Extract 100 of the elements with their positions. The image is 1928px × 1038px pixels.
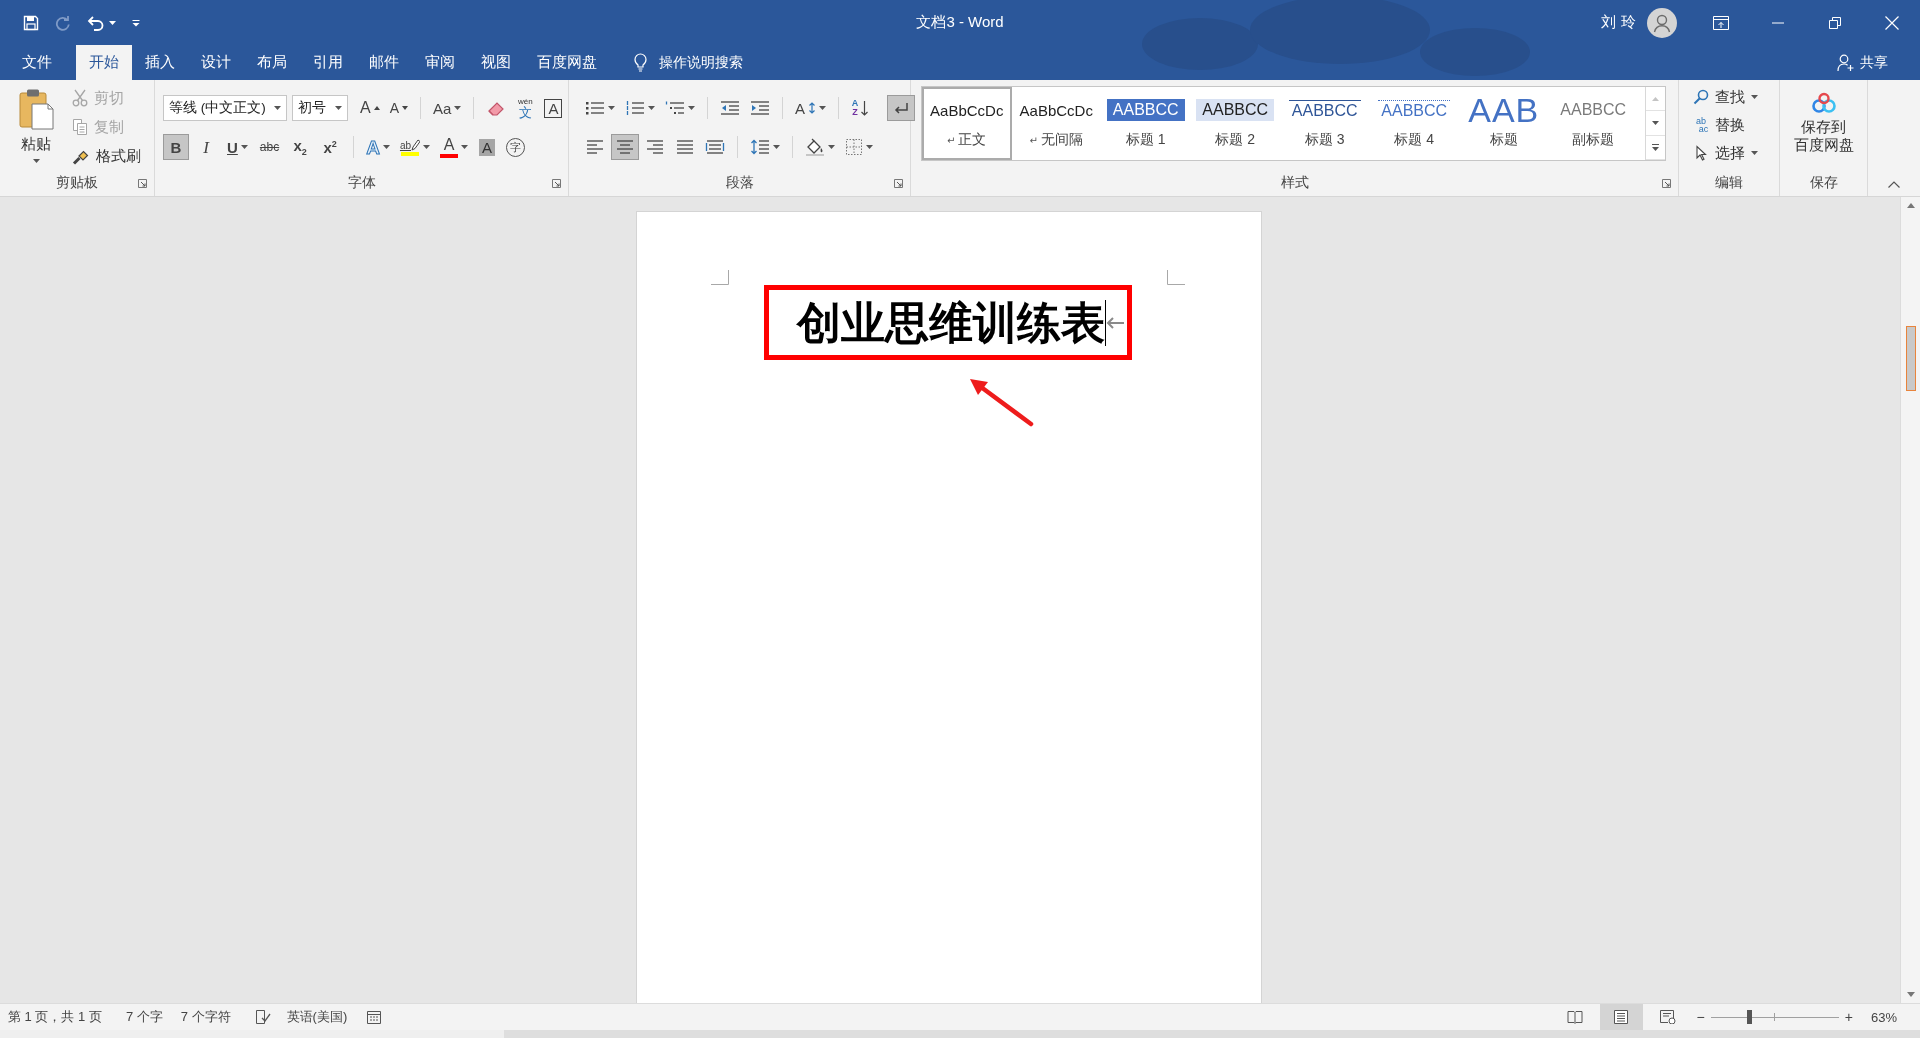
language-label[interactable]: 英语(美国) (286, 1008, 348, 1026)
grow-font-button[interactable]: A (356, 95, 384, 121)
customize-icon (132, 18, 140, 27)
style-name: 标题 1 (1125, 131, 1166, 149)
caret-icon (423, 145, 431, 149)
style-name: 标题 3 (1304, 131, 1345, 149)
zoom-level[interactable]: 63% (1870, 1009, 1897, 1025)
font-size-field[interactable]: 初号 (292, 95, 348, 121)
pointer-icon (1693, 145, 1709, 161)
bullet-list-icon (585, 100, 605, 116)
format-painter-button[interactable]: 格式刷 (70, 142, 143, 170)
caret-icon (382, 145, 390, 149)
style-name: 副标题 (1572, 131, 1615, 149)
zoom-slider-thumb[interactable] (1747, 1010, 1753, 1024)
pen-icon (411, 138, 421, 151)
rings-icon (1810, 92, 1837, 114)
share-button[interactable]: 共享 (1831, 45, 1894, 80)
font-name-field[interactable]: 等线 (中文正文) (163, 95, 287, 121)
change-case-button[interactable]: Aa (429, 95, 466, 121)
zoom-slider[interactable] (1710, 1010, 1839, 1024)
line-spacing-icon (750, 139, 770, 155)
numbered-list-icon (625, 100, 645, 116)
linked-style-mark: ↵ (1029, 134, 1038, 146)
character-shading-button[interactable]: A (474, 134, 501, 160)
ribbon-tab[interactable]: 邮件 (356, 45, 412, 80)
save-icon (23, 14, 39, 31)
align-right-icon (645, 139, 665, 155)
grid-box-icon[interactable] (367, 1010, 382, 1024)
phonetic-guide-button[interactable]: wén 文 (512, 95, 539, 121)
sort-button[interactable]: A Z (847, 95, 873, 121)
paste-button[interactable]: 粘贴 (14, 86, 58, 170)
caret-icon (454, 106, 462, 110)
italic-button[interactable]: I (193, 134, 219, 160)
distributed-icon (705, 139, 725, 155)
scissors-icon (72, 89, 88, 107)
ribbon-tab[interactable]: 开始 (76, 45, 132, 80)
dialog-launcher-icon[interactable] (138, 178, 147, 188)
ribbon-tab[interactable]: 审阅 (412, 45, 468, 80)
ribbon-tab[interactable]: 视图 (468, 45, 524, 80)
scroll-down-icon[interactable] (1906, 992, 1915, 997)
find-button[interactable]: 查找 (1691, 83, 1779, 111)
collapse-ribbon-icon[interactable] (1888, 181, 1900, 188)
dialog-launcher-icon[interactable] (552, 178, 561, 188)
caret-icon (1751, 151, 1758, 155)
ribbon-tab[interactable]: 插入 (132, 45, 188, 80)
user-name: 刘玲 (1601, 13, 1641, 32)
caret-icon (828, 145, 835, 149)
bold-button[interactable]: B (163, 134, 189, 160)
subscript-button[interactable]: x$_{2}$ (287, 134, 314, 160)
scrollbar-thumb[interactable] (1906, 326, 1916, 391)
undo-icon (87, 14, 105, 31)
shrink-font-button[interactable]: A (385, 95, 412, 121)
dialog-launcher-icon[interactable] (1662, 178, 1671, 188)
caret-icon (402, 106, 408, 110)
group-title: 保存 (1809, 174, 1838, 192)
ribbon-tab[interactable]: 百度网盘 (524, 45, 610, 80)
scroll-up-icon[interactable] (1906, 203, 1915, 208)
caret-icon (1652, 121, 1659, 125)
minimize-icon (1771, 21, 1784, 24)
print-layout-button[interactable] (1599, 1004, 1643, 1030)
select-button[interactable]: 选择 (1691, 139, 1779, 167)
strikethrough-button[interactable]: abc (255, 134, 284, 160)
caret-icon (819, 106, 826, 110)
caret-icon (866, 145, 873, 149)
repeat-icon (55, 14, 71, 31)
window-title: 文档3 - Word (916, 13, 1004, 32)
avatar-icon[interactable] (1647, 7, 1677, 38)
style-sample: AABBCC (1378, 99, 1451, 121)
style-name: 标题 2 (1215, 131, 1256, 149)
paint-bucket-icon (805, 138, 825, 156)
zoom-in-button[interactable]: + (1840, 1009, 1857, 1025)
asian-layout-button[interactable]: A (791, 95, 830, 121)
vertical-scrollbar[interactable] (1900, 197, 1920, 1003)
ribbon-tab[interactable]: 文件 (9, 45, 65, 80)
caret-icon (240, 145, 248, 149)
underline-button[interactable]: U (223, 134, 252, 160)
font-color-button[interactable]: A (436, 134, 473, 160)
page-check-icon[interactable] (254, 1010, 271, 1024)
style-option[interactable]: AaBbCcDc ↵ 正文 (922, 87, 1012, 160)
show-marks-button[interactable] (887, 95, 915, 121)
page-count[interactable]: 第 1 页，共 1 页 (8, 1008, 102, 1026)
tell-me-button[interactable]: 操作说明搜索 (628, 45, 749, 80)
ribbon-tab[interactable]: 设计 (188, 45, 244, 80)
corner-mark-icon (711, 270, 729, 285)
zoom-out-button[interactable]: − (1692, 1009, 1709, 1025)
align-center-button[interactable] (611, 134, 639, 160)
page-layout-icon (1613, 1010, 1630, 1024)
save-to-cloud-button[interactable]: 保存到 百度网盘 (1793, 92, 1854, 172)
ribbon-tab[interactable]: 布局 (244, 45, 300, 80)
linked-style-mark: ↵ (947, 134, 956, 146)
word-count[interactable]: 7 个字 (125, 1008, 163, 1026)
ribbon-tab[interactable]: 引用 (300, 45, 356, 80)
restore-icon (1828, 16, 1841, 29)
group-title: 段落 (725, 174, 754, 192)
group-title: 编辑 (1715, 174, 1743, 192)
style-sample: AAB (1468, 95, 1540, 125)
person-plus-icon (1837, 53, 1855, 72)
superscript-button[interactable]: x$^{2}$ (317, 134, 344, 160)
highlight-button[interactable]: ab (395, 134, 435, 160)
dialog-launcher-icon[interactable] (894, 178, 903, 188)
